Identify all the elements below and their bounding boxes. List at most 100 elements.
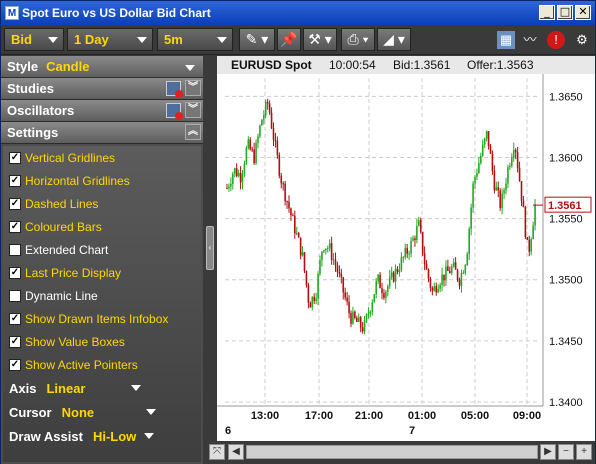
- collapse-panel-handle[interactable]: ‹: [206, 226, 214, 270]
- candle-body: [290, 208, 292, 216]
- candle-body: [259, 125, 261, 137]
- interval-dropdown[interactable]: 5m: [157, 28, 233, 51]
- close-button[interactable]: ✕: [575, 5, 591, 20]
- scroll-right-button[interactable]: ▶: [540, 444, 556, 460]
- checkbox[interactable]: [9, 289, 21, 302]
- x-tick-label: 05:00: [461, 410, 489, 422]
- draw-assist-row[interactable]: Draw Assist Hi-Low: [3, 424, 201, 448]
- candle-body: [363, 320, 366, 332]
- tools-icon[interactable]: ⚒ ▾: [303, 28, 337, 51]
- studies-section[interactable]: Studies ︾: [1, 78, 203, 100]
- cursor-dropdown-arrow[interactable]: [146, 409, 157, 415]
- checkbox-label: Coloured Bars: [25, 219, 102, 234]
- side-panel: Style Candle Studies ︾ Oscillators ︾ Sett…: [1, 56, 203, 464]
- price-type-dropdown[interactable]: Bid: [4, 28, 64, 51]
- chart-area[interactable]: EURUSD Spot 10:00:54 Bid:1.3561 Offer:1.…: [217, 56, 595, 441]
- candle-body: [295, 233, 298, 235]
- checkbox-row[interactable]: ✓ Show Value Boxes: [3, 330, 201, 353]
- layout-icon[interactable]: ▦: [497, 31, 515, 49]
- horizontal-scrollbar[interactable]: ⤧ ◀ ▶ − +: [206, 442, 595, 464]
- candle-body: [445, 266, 447, 281]
- candle-body: [282, 183, 284, 185]
- style-dropdown-arrow[interactable]: [185, 65, 195, 71]
- candle-body: [377, 274, 379, 282]
- axis-row[interactable]: Axis Linear: [3, 376, 201, 400]
- minimize-button[interactable]: _: [539, 5, 555, 20]
- scroll-left-button[interactable]: ◀: [228, 444, 244, 460]
- pin-icon[interactable]: 📌: [277, 28, 301, 51]
- checkbox-row[interactable]: ✓ Horizontal Gridlines: [3, 169, 201, 192]
- chart-type-icon[interactable]: ◢ ▾: [377, 28, 411, 51]
- checkbox-row[interactable]: ✓ Coloured Bars: [3, 215, 201, 238]
- candle-body: [497, 187, 500, 191]
- checkbox-label: Show Drawn Items Infobox: [25, 311, 169, 326]
- candle-body: [245, 147, 248, 164]
- candle-body: [491, 153, 494, 171]
- checkbox-row[interactable]: ✓ Last Price Display: [3, 261, 201, 284]
- checkbox-row[interactable]: ✓ Show Active Pointers: [3, 353, 201, 376]
- checkbox-row[interactable]: ✓ Dashed Lines: [3, 192, 201, 215]
- candle-body: [410, 240, 412, 254]
- candle-body: [367, 313, 370, 315]
- add-oscillator-icon[interactable]: [166, 103, 183, 120]
- maximize-button[interactable]: □: [557, 5, 573, 20]
- settings-section[interactable]: Settings ︽: [1, 122, 203, 144]
- checkbox[interactable]: ✓: [9, 266, 21, 279]
- y-tick-label: 1.3450: [549, 336, 583, 348]
- draw-assist-dropdown-arrow[interactable]: [144, 433, 155, 439]
- candle-body: [520, 181, 523, 201]
- y-tick-label: 1.3550: [549, 214, 583, 226]
- candle-body: [532, 225, 534, 240]
- x-tick-label: 13:00: [251, 410, 279, 422]
- checkbox[interactable]: ✓: [9, 174, 21, 187]
- candle-body: [421, 231, 424, 254]
- pen-icon[interactable]: ✎ ▾: [239, 28, 275, 51]
- candle-body: [323, 250, 325, 252]
- settings-icon[interactable]: ⚙: [573, 31, 591, 49]
- alert-icon[interactable]: !: [547, 31, 565, 49]
- checkbox[interactable]: ✓: [9, 335, 21, 348]
- collapse-settings-icon[interactable]: ︽: [185, 124, 201, 140]
- checkbox-row[interactable]: Dynamic Line: [3, 284, 201, 307]
- style-row[interactable]: Style Candle: [1, 56, 203, 78]
- checkbox[interactable]: ✓: [9, 151, 21, 164]
- indicator-icon[interactable]: 〰: [521, 31, 539, 49]
- expand-studies-icon[interactable]: ︾: [185, 80, 201, 96]
- candle-body: [474, 176, 476, 184]
- zoom-out-icon[interactable]: −: [558, 444, 574, 460]
- checkbox[interactable]: ✓: [9, 220, 21, 233]
- add-study-icon[interactable]: [166, 81, 183, 98]
- candle-body: [263, 115, 265, 120]
- scroll-track[interactable]: [246, 445, 538, 459]
- checkbox[interactable]: ✓: [9, 312, 21, 325]
- checkbox[interactable]: ✓: [9, 358, 21, 371]
- candle-body: [303, 252, 306, 272]
- candle-body: [425, 264, 428, 270]
- checkbox-row[interactable]: ✓ Vertical Gridlines: [3, 146, 201, 169]
- print-icon[interactable]: ⎙ ▾: [341, 28, 375, 51]
- checkbox-row[interactable]: ✓ Show Drawn Items Infobox: [3, 307, 201, 330]
- checkbox[interactable]: ✓: [9, 197, 21, 210]
- x-tick-label: 01:00: [408, 410, 436, 422]
- fit-chart-icon[interactable]: ⤧: [209, 444, 225, 460]
- candle-body: [470, 207, 472, 229]
- cursor-label: Cursor: [9, 404, 52, 420]
- zoom-in-icon[interactable]: +: [576, 444, 592, 460]
- candle-body: [447, 266, 449, 271]
- candle-chart[interactable]: EURUSD Spot 10:00:54 Bid:1.3561 Offer:1.…: [217, 56, 595, 441]
- candle-body: [317, 273, 319, 299]
- axis-dropdown-arrow[interactable]: [131, 385, 142, 391]
- title-bar[interactable]: M Spot Euro vs US Dollar Bid Chart _ □ ✕: [1, 1, 595, 25]
- candle-body: [385, 291, 387, 298]
- checkbox-row[interactable]: Extended Chart: [3, 238, 201, 261]
- checkbox-label: Vertical Gridlines: [25, 150, 116, 165]
- checkbox[interactable]: [9, 243, 21, 256]
- candle-body: [433, 286, 436, 291]
- oscillators-section[interactable]: Oscillators ︾: [1, 100, 203, 122]
- panel-splitter[interactable]: ‹: [203, 56, 217, 464]
- period-dropdown[interactable]: 1 Day: [67, 28, 153, 51]
- candle-body: [375, 281, 377, 295]
- expand-oscillators-icon[interactable]: ︾: [185, 102, 201, 118]
- candle-body: [452, 262, 455, 267]
- cursor-row[interactable]: Cursor None: [3, 400, 201, 424]
